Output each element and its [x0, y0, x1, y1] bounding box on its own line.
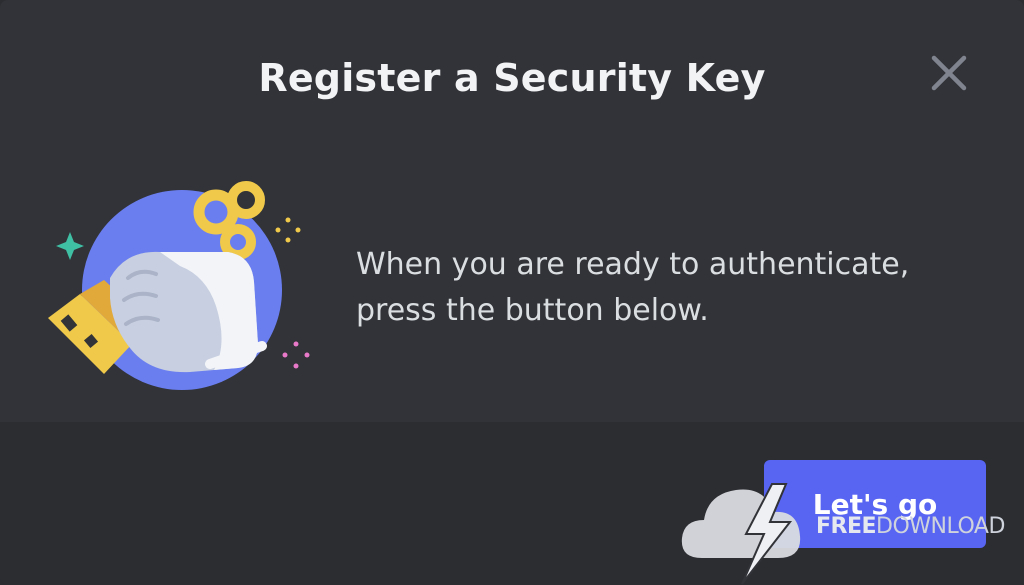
lets-go-button[interactable]: Let's go: [764, 460, 986, 548]
instruction-line-2: press the button below.: [356, 293, 709, 328]
instruction-line-1: When you are ready to authenticate,: [356, 247, 910, 282]
security-key-illustration: [40, 168, 320, 398]
modal-header: Register a Security Key: [0, 0, 1024, 170]
modal-body: When you are ready to authenticate, pres…: [0, 150, 1024, 422]
security-key-modal: Register a Security Key When you are rea…: [0, 0, 1024, 585]
instruction-text: When you are ready to authenticate, pres…: [356, 242, 996, 334]
modal-footer: Let's go: [0, 422, 1024, 585]
security-key-hand-illustration: [48, 181, 310, 390]
close-icon: [931, 55, 967, 91]
modal-title: Register a Security Key: [258, 56, 766, 100]
close-button[interactable]: [920, 46, 978, 104]
